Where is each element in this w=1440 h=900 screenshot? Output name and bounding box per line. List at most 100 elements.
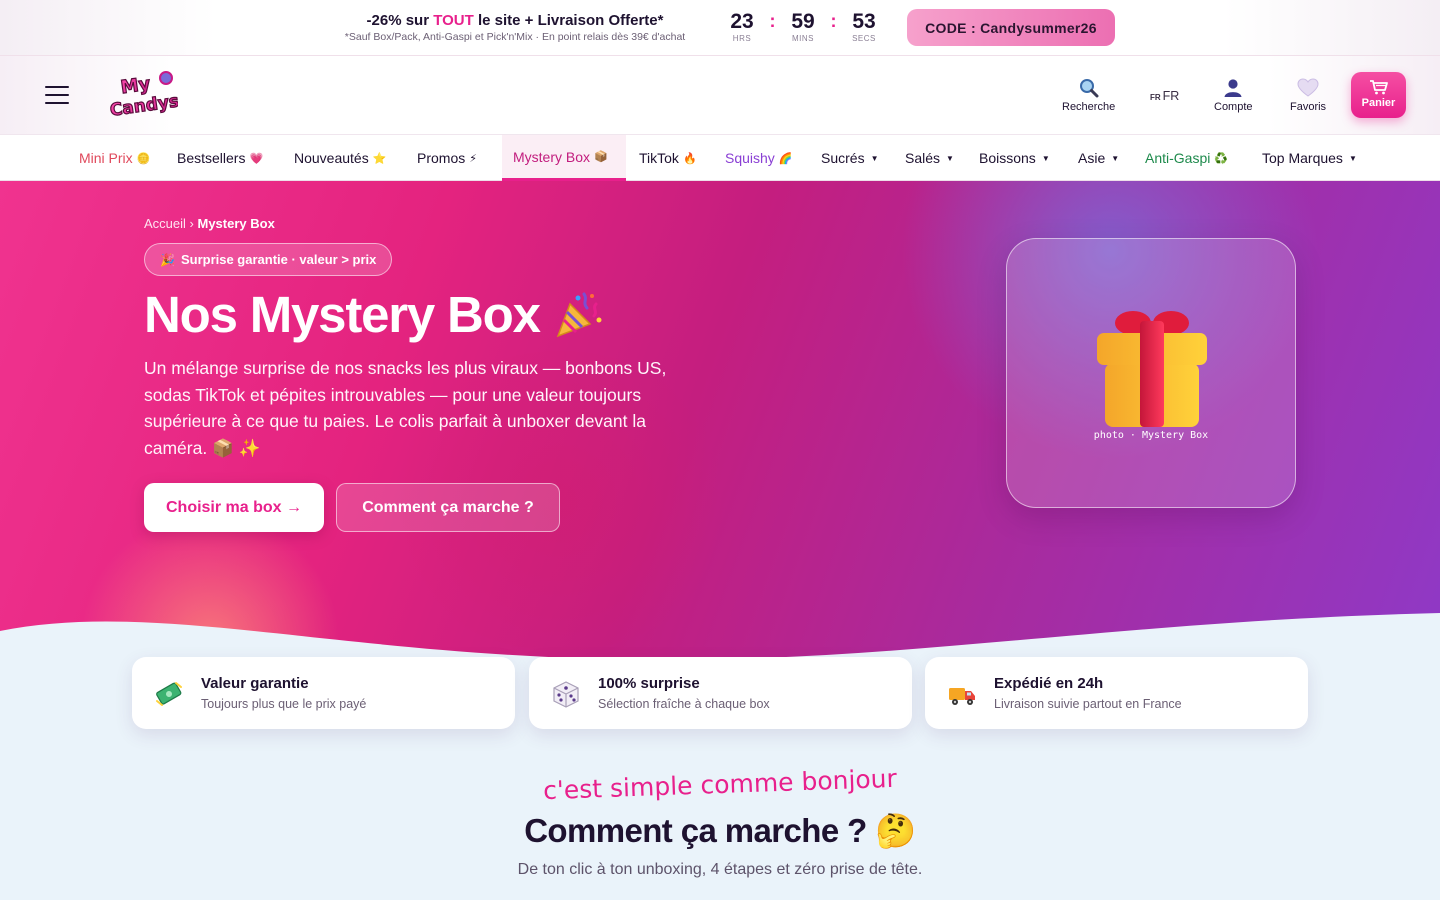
gift-icon: [1097, 311, 1207, 427]
nav-label: Promos: [417, 150, 466, 166]
nav-label: Sucrés: [821, 150, 865, 166]
promo-bar: -26% sur TOUT le site + Livraison Offert…: [0, 0, 1440, 56]
heart-icon: 💗: [249, 152, 264, 165]
feature-card-shipping: Expédié en 24h Livraison suivie partout …: [925, 657, 1308, 729]
timer-seconds-label: SECS: [852, 34, 876, 43]
cart-button[interactable]: Panier: [1351, 72, 1406, 118]
site-logo[interactable]: My Candys: [108, 68, 181, 121]
favorites-link[interactable]: Favoris: [1290, 78, 1326, 113]
timer-separator: :: [769, 11, 776, 31]
nav-sucres[interactable]: Sucrés ▼: [821, 135, 879, 181]
photo-label: photo · Mystery Box: [1093, 430, 1209, 441]
promo-highlight: TOUT: [433, 12, 474, 29]
nav-label: Asie: [1078, 150, 1106, 166]
feature-subtitle: Sélection fraîche à chaque box: [598, 697, 770, 711]
nav-nouveautes[interactable]: Nouveautés ⭐: [294, 135, 386, 181]
section-subtitle: De ton clic à ton unboxing, 4 étapes et …: [517, 861, 923, 878]
timer-hours: 23 HRS: [722, 10, 762, 43]
feature-card-surprise: 100% surprise Sélection fraîche à chaque…: [529, 657, 912, 729]
nav-asie[interactable]: Asie ▼: [1078, 135, 1119, 181]
nav-label: Boissons: [979, 150, 1036, 166]
hero-wave: [0, 613, 1440, 661]
timer-seconds-value: 53: [852, 10, 876, 33]
language-selector[interactable]: FR FR: [1150, 89, 1179, 103]
nav-boissons[interactable]: Boissons ▼: [979, 135, 1050, 181]
mystery-box-photo: photo · Mystery Box: [1006, 238, 1296, 508]
timer-separator: :: [830, 11, 837, 31]
account-label: Compte: [1214, 101, 1253, 113]
nav-anti-gaspi[interactable]: Anti-Gaspi ♻️: [1145, 135, 1228, 181]
language-label: FR: [1162, 89, 1180, 103]
page-title-text: Nos Mystery Box: [144, 286, 541, 343]
section-title: Comment ça marche ? 🤔: [0, 812, 1440, 851]
hero-section: Accueil › Mystery Box 🎉 Surprise garantie…: [0, 181, 1440, 661]
user-icon: [1224, 79, 1242, 97]
chevron-down-icon: ▼: [870, 153, 879, 163]
breadcrumb-home[interactable]: Accueil: [144, 216, 186, 231]
lightning-icon: ⚡: [469, 152, 477, 165]
feature-subtitle: Toujours plus que le prix payé: [201, 697, 367, 711]
box-icon: 📦: [594, 151, 608, 163]
feature-title: Expédié en 24h: [994, 675, 1104, 692]
thinking-face-icon: 🤔: [875, 812, 916, 849]
nav-label: Squishy: [725, 150, 775, 166]
nav-promos[interactable]: Promos ⚡: [417, 135, 477, 181]
nav-label: Mystery Box: [513, 148, 591, 165]
breadcrumb-current: Mystery Box: [197, 216, 275, 231]
feature-card-value: Valeur garantie Toujours plus que le pri…: [132, 657, 515, 729]
nav-squishy[interactable]: Squishy 🌈: [725, 135, 793, 181]
account-link[interactable]: Compte: [1214, 78, 1253, 113]
hero-badge: 🎉 Surprise garantie · valeur > prix: [144, 243, 393, 276]
svg-text:My: My: [119, 73, 152, 98]
nav-mini-prix[interactable]: Mini Prix 🪙: [79, 135, 150, 181]
hero-badge-text: Surprise garantie · valeur > prix: [180, 252, 377, 267]
countdown-timer: 23 HRS : 59 MINS : 53 SECS: [722, 10, 884, 43]
nav-bestsellers[interactable]: Bestsellers 💗: [177, 135, 263, 181]
search-link[interactable]: Recherche: [1062, 78, 1115, 113]
nav-label: Top Marques: [1262, 150, 1343, 166]
chevron-down-icon: ▼: [1041, 153, 1050, 163]
choose-box-button[interactable]: Choisir ma box →: [144, 483, 324, 532]
search-icon: [1079, 79, 1099, 98]
truck-icon: [949, 688, 975, 705]
hero-description: Un mélange surprise de nos snacks les pl…: [144, 358, 667, 458]
category-nav: Mini Prix 🪙 Bestsellers 💗 Nouveautés ⭐ Prom…: [0, 134, 1440, 181]
timer-hours-label: HRS: [732, 34, 752, 43]
section-title-text: Comment ça marche ?: [524, 812, 867, 849]
nav-top-marques[interactable]: Top Marques ▼: [1262, 135, 1357, 181]
star-icon: ⭐: [372, 152, 387, 165]
chevron-down-icon: ▼: [946, 153, 954, 163]
logo-icon: My Candys: [108, 71, 181, 121]
cart-label: Panier: [1361, 97, 1396, 109]
cart-icon: [1369, 80, 1388, 95]
nav-label: Anti-Gaspi: [1145, 150, 1211, 166]
nav-tiktok[interactable]: TikTok 🔥: [639, 135, 697, 181]
money-icon: [156, 682, 182, 706]
svg-text:Candys: Candys: [109, 91, 178, 120]
feature-subtitle: Livraison suivie partout en France: [994, 697, 1182, 711]
chevron-down-icon: ▼: [1348, 153, 1357, 163]
promo-headline: -26% sur TOUT le site + Livraison Offert…: [320, 12, 710, 29]
coin-icon: 🪙: [136, 152, 151, 165]
chevron-down-icon: ▼: [1111, 153, 1120, 163]
timer-seconds: 53 SECS: [844, 10, 884, 43]
promo-note: *Sauf Box/Pack, Anti-Gaspi et Pick'n'Mix…: [344, 31, 686, 43]
search-label: Recherche: [1062, 101, 1116, 113]
breadcrumb-separator: ›: [185, 216, 198, 231]
nav-label: TikTok: [639, 150, 679, 166]
heart-icon: [1297, 78, 1319, 97]
timer-hours-value: 23: [730, 10, 754, 33]
feature-title: 100% surprise: [598, 675, 700, 692]
dice-icon: [553, 681, 579, 708]
promo-code-button[interactable]: CODE : Candysummer26: [907, 9, 1115, 46]
nav-mystery-box[interactable]: Mystery Box 📦: [502, 135, 626, 181]
page-title: Nos Mystery Box: [144, 285, 604, 344]
how-it-works-button[interactable]: Comment ça marche ?: [336, 483, 560, 532]
menu-icon[interactable]: [45, 86, 69, 104]
feature-title: Valeur garantie: [201, 675, 309, 692]
fire-icon: 🔥: [682, 152, 697, 165]
promo-text: -26% sur TOUT le site + Livraison Offert…: [320, 12, 710, 43]
flag-icon: FR: [1150, 93, 1161, 102]
nav-label: Bestsellers: [177, 150, 246, 166]
nav-sales[interactable]: Salés ▼: [905, 135, 954, 181]
